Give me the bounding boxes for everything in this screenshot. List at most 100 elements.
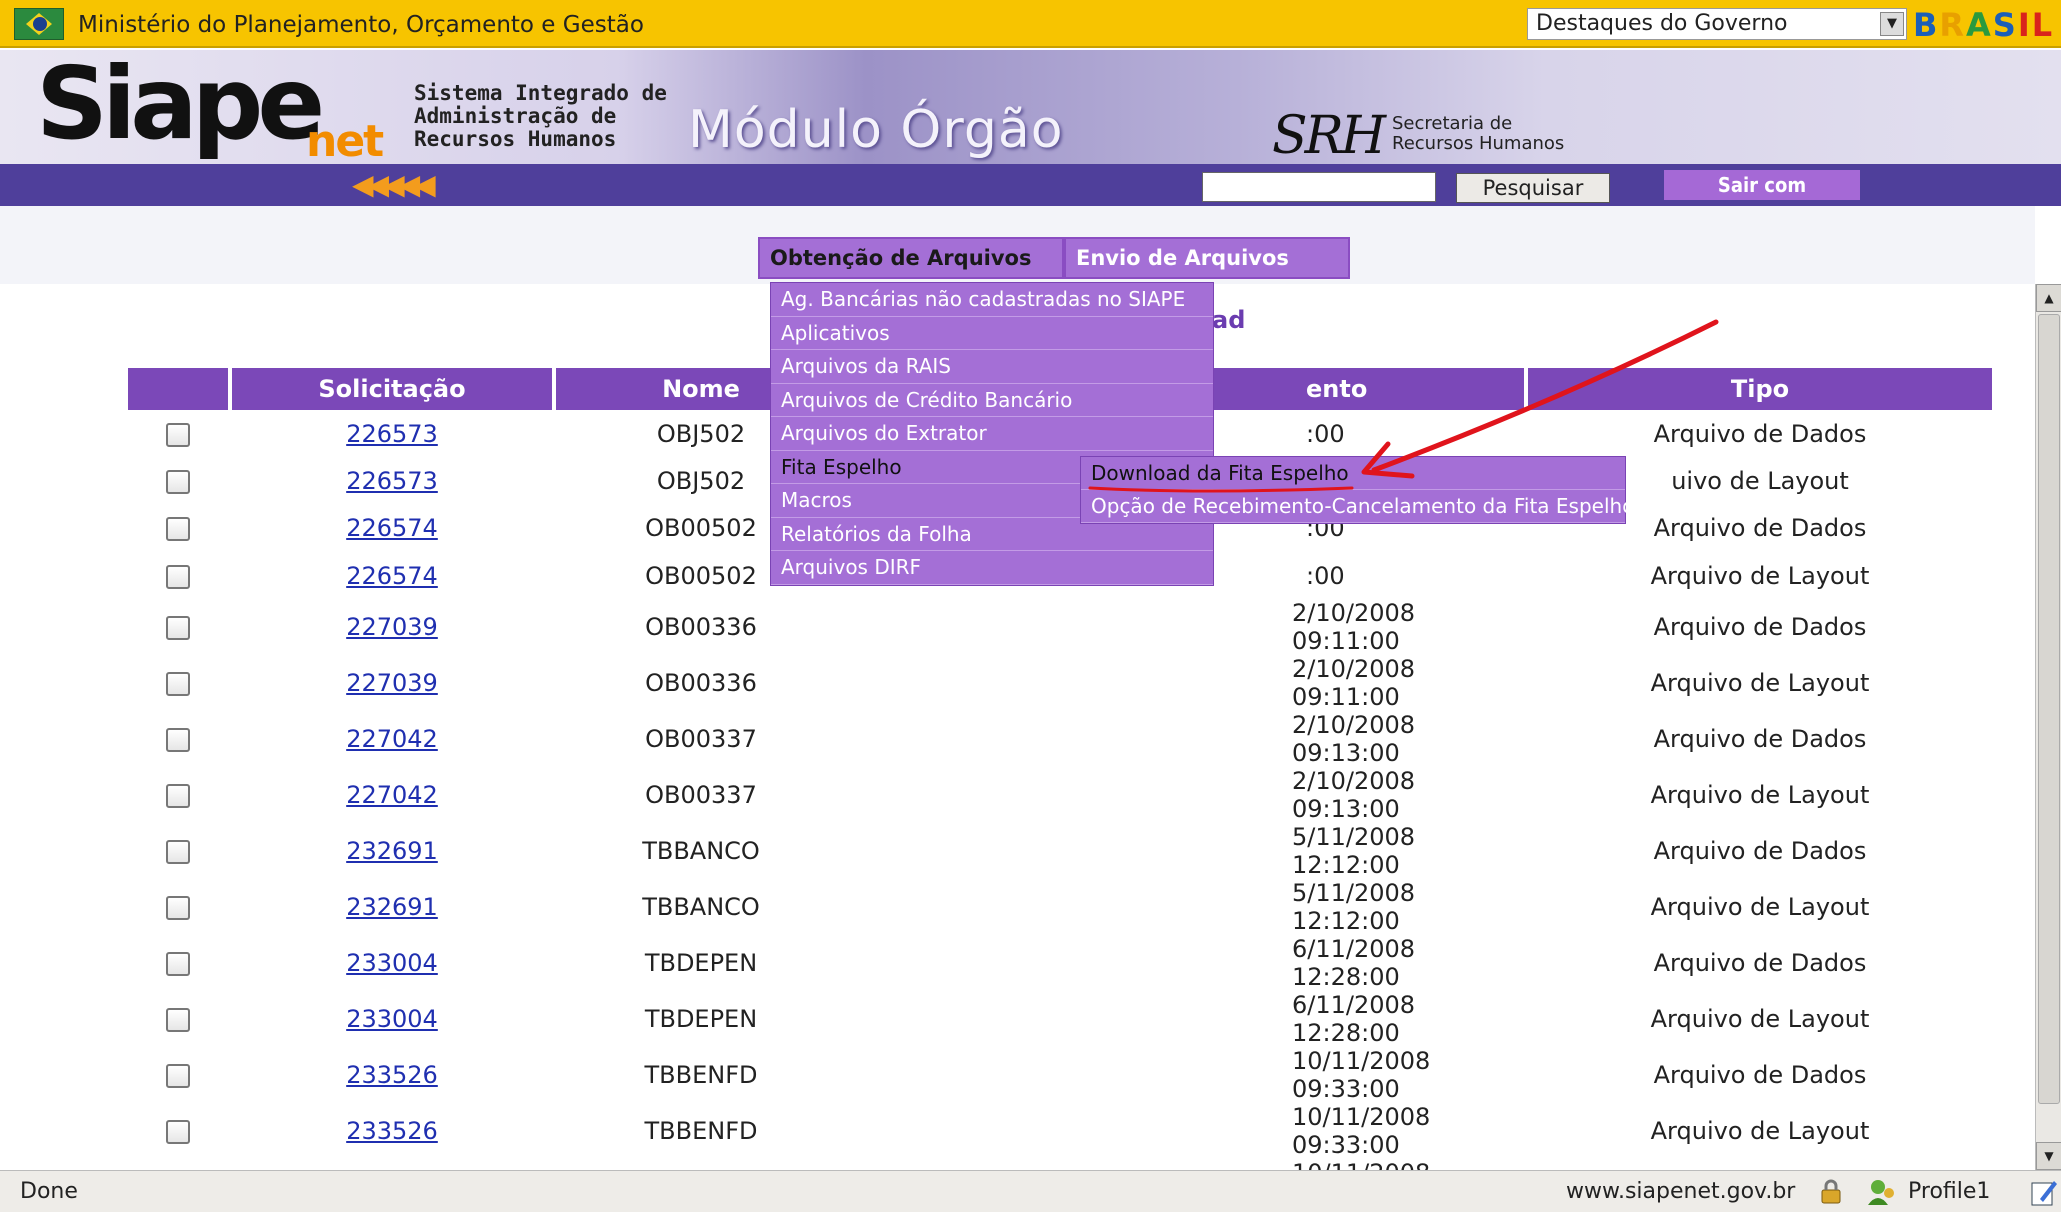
row-solicitacao: 226573 xyxy=(232,457,552,504)
table-row: 227039 OB00336 2/10/2008 09:11:00 Arquivo d… xyxy=(128,599,1992,655)
status-text: Done xyxy=(20,1179,78,1204)
submenu-item[interactable]: Download da Fita Espelho xyxy=(1081,457,1625,490)
logout-button[interactable]: Sair com Segurança xyxy=(1664,170,1860,227)
header-banner: Siape net Sistema Integrado de Administr… xyxy=(0,50,2061,167)
solicitacao-link[interactable]: 226573 xyxy=(346,420,438,448)
row-tipo: Arquivo de Dados xyxy=(1653,837,1867,866)
menu-item[interactable]: Ag. Bancárias não cadastradas no SIAPE xyxy=(771,283,1213,317)
menu-item[interactable]: Arquivos DIRF xyxy=(771,551,1213,585)
row-data: 10/11/2008 09:33:00 xyxy=(1292,1047,1431,1104)
back-arrows-icon[interactable]: ◀◀◀◀◀ xyxy=(352,170,436,200)
row-tipo: Arquivo de Dados xyxy=(1528,1159,1992,1170)
menu-item[interactable]: Arquivos de Crédito Bancário xyxy=(771,384,1213,417)
row-checkbox[interactable] xyxy=(166,1064,190,1089)
lock-icon[interactable] xyxy=(1818,1179,1844,1205)
row-solicitacao: 227039 xyxy=(232,599,552,655)
menu-item[interactable]: Aplicativos xyxy=(771,317,1213,350)
row-solicitacao: 232691 xyxy=(232,879,552,935)
solicitacao-link[interactable]: 232691 xyxy=(346,837,438,865)
scroll-up-icon[interactable]: ▲ xyxy=(2036,284,2061,312)
row-nome: OB00337 xyxy=(645,725,757,754)
menu-item[interactable]: Arquivos da RAIS xyxy=(771,350,1213,384)
row-solicitacao: 233526 xyxy=(232,1103,552,1159)
row-data: 2/10/2008 09:13:00 xyxy=(1292,767,1416,824)
row-data: 10/11/2008 09:44:00 xyxy=(850,1159,1524,1170)
row-solicitacao: 233538 xyxy=(232,1159,552,1170)
row-checkbox-cell xyxy=(128,991,228,1047)
solicitacao-link[interactable]: 227039 xyxy=(346,613,438,641)
row-checkbox[interactable] xyxy=(166,784,190,809)
row-solicitacao: 233004 xyxy=(232,991,552,1047)
row-checkbox-cell xyxy=(128,1159,228,1170)
solicitacao-link[interactable]: 233004 xyxy=(346,1005,438,1033)
system-description: Sistema Integrado de Administração de Re… xyxy=(414,82,667,151)
highlights-select-value: Destaques do Governo xyxy=(1536,11,1788,36)
row-checkbox-cell xyxy=(128,1047,228,1103)
solicitacao-link[interactable]: 226573 xyxy=(346,467,438,495)
row-checkbox[interactable] xyxy=(166,422,190,447)
srh-logo: SRH xyxy=(1272,106,1386,166)
table-row: 233526 TBBENFD 10/11/2008 09:33:00 Arquivo … xyxy=(128,1103,1992,1159)
row-checkbox-cell xyxy=(128,879,228,935)
row-checkbox[interactable] xyxy=(166,616,190,641)
solicitacao-link[interactable]: 226574 xyxy=(346,514,438,542)
menu-item[interactable]: Arquivos do Extrator xyxy=(771,417,1213,451)
row-checkbox[interactable] xyxy=(166,896,190,921)
search-button[interactable]: Pesquisar xyxy=(1456,173,1610,203)
siape-net-logo: net xyxy=(306,116,384,167)
fita-espelho-submenu: Download da Fita Espelho Opção de Recebim… xyxy=(1080,456,1634,524)
row-solicitacao: 227042 xyxy=(232,767,552,823)
system-line-3: Recursos Humanos xyxy=(414,127,617,151)
solicitacao-link[interactable]: 233526 xyxy=(346,1061,438,1089)
edit-icon[interactable] xyxy=(2030,1177,2058,1207)
row-data: 5/11/2008 12:12:00 xyxy=(1292,879,1416,936)
row-tipo: Arquivo de Dados xyxy=(1653,949,1867,978)
solicitacao-link[interactable]: 232691 xyxy=(346,893,438,921)
row-checkbox[interactable] xyxy=(166,728,190,753)
row-tipo: Arquivo de Layout xyxy=(1650,669,1870,698)
profile-icon[interactable] xyxy=(1866,1177,1898,1207)
dropdown-arrow-icon[interactable]: ▼ xyxy=(1880,12,1904,36)
brasil-logo[interactable]: BRASIL xyxy=(1913,6,2061,44)
scroll-down-icon[interactable]: ▼ xyxy=(2036,1142,2061,1170)
solicitacao-link[interactable]: 227042 xyxy=(346,781,438,809)
row-solicitacao: 226573 xyxy=(232,410,552,457)
solicitacao-link[interactable]: 227039 xyxy=(346,669,438,697)
tab-envio-de-arquivos[interactable]: Envio de Arquivos xyxy=(1064,237,1350,279)
row-checkbox[interactable] xyxy=(166,517,190,542)
row-checkbox[interactable] xyxy=(166,1008,190,1033)
row-checkbox[interactable] xyxy=(166,564,190,589)
table-row: 227042 OB00337 2/10/2008 09:13:00 Arquivo d… xyxy=(128,711,1992,767)
row-nome: TBDEPEN xyxy=(644,1005,758,1034)
solicitacao-link[interactable]: 226574 xyxy=(346,562,438,590)
solicitacao-link[interactable]: 227042 xyxy=(346,725,438,753)
row-tipo: Arquivo de Layout xyxy=(1650,1005,1870,1034)
row-solicitacao: 233004 xyxy=(232,935,552,991)
row-checkbox[interactable] xyxy=(166,469,190,494)
siape-logo[interactable]: Siape xyxy=(36,54,325,154)
solicitacao-link[interactable]: 233526 xyxy=(346,1117,438,1145)
row-nome: TBCODBE xyxy=(556,1159,846,1170)
row-tipo: Arquivo de Dados xyxy=(1653,613,1867,642)
row-checkbox-cell xyxy=(128,457,228,504)
solicitacao-link[interactable]: 233004 xyxy=(346,949,438,977)
submenu-item[interactable]: Opção de Recebimento-Cancelamento da Fit… xyxy=(1081,490,1634,523)
row-checkbox[interactable] xyxy=(166,1120,190,1145)
tab-obtencao-de-arquivos[interactable]: Obtenção de Arquivos xyxy=(758,237,1064,279)
scroll-thumb[interactable] xyxy=(2038,314,2060,1104)
search-input[interactable] xyxy=(1202,172,1436,202)
row-solicitacao: 226574 xyxy=(232,552,552,599)
table-row: 232691 TBBANCO 5/11/2008 12:12:00 Arquivo d… xyxy=(128,823,1992,879)
srh-text: Secretaria de Recursos Humanos xyxy=(1392,114,1564,154)
brazil-flag-icon[interactable] xyxy=(14,8,64,40)
row-checkbox[interactable] xyxy=(166,840,190,865)
highlights-select[interactable]: Destaques do Governo ▼ xyxy=(1527,8,1907,40)
row-tipo: Arquivo de Layout xyxy=(1650,893,1870,922)
vertical-scrollbar[interactable]: ▲ ▼ xyxy=(2035,284,2061,1170)
header-select xyxy=(128,368,228,410)
row-checkbox-cell xyxy=(128,935,228,991)
row-checkbox[interactable] xyxy=(166,672,190,697)
srh-line-1: Secretaria de xyxy=(1392,113,1513,134)
row-checkbox[interactable] xyxy=(166,952,190,977)
ministry-link[interactable]: Ministério do Planejamento, Orçamento e … xyxy=(78,12,644,38)
